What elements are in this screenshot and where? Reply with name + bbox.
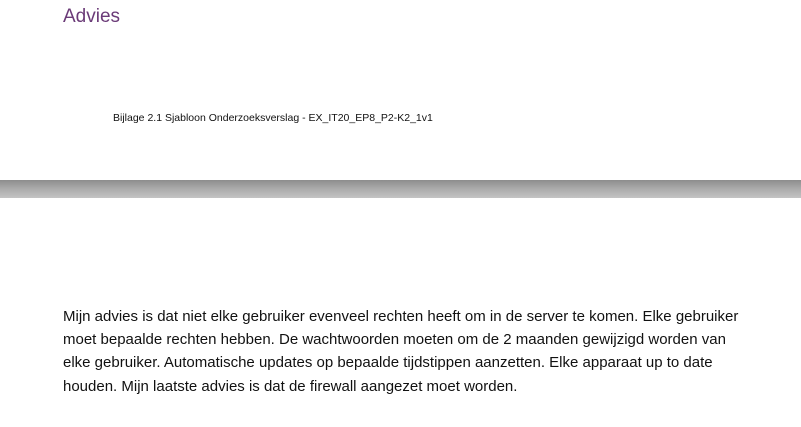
- section-heading: Advies: [63, 6, 121, 27]
- page-footer: Bijlage 2.1 Sjabloon Onderzoeksverslag -…: [113, 112, 433, 124]
- advice-paragraph: Mijn advies is dat niet elke gebruiker e…: [63, 308, 739, 395]
- page-separator: [0, 180, 801, 198]
- document-page-top: Advies Bijlage 2.1 Sjabloon Onderzoeksve…: [0, 0, 801, 180]
